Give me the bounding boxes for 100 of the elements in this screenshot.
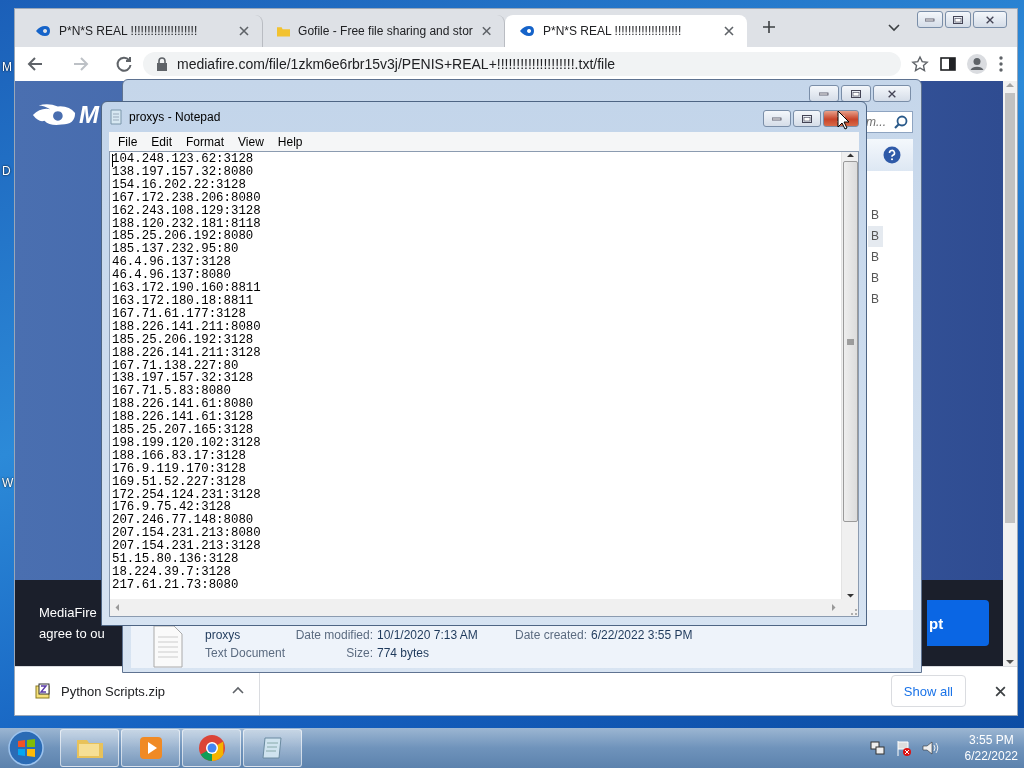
side-panel-icon[interactable] xyxy=(939,55,957,73)
text-line: 163.172.190.160:8811 xyxy=(112,282,262,295)
text-line: 167.71.61.177:3128 xyxy=(112,307,247,321)
close-icon[interactable] xyxy=(723,25,735,37)
profile-icon[interactable] xyxy=(967,54,987,74)
zip-file-icon xyxy=(35,683,51,699)
close-download-bar-icon[interactable] xyxy=(994,684,1007,698)
file-size-text[interactable]: B xyxy=(868,268,883,289)
desktop-icon-label[interactable]: D xyxy=(2,164,11,178)
minimize-icon[interactable] xyxy=(772,116,782,121)
text-line: 46.4.96.137:3128 xyxy=(112,256,232,270)
menu-item[interactable]: Edit xyxy=(144,134,180,149)
help-icon[interactable] xyxy=(883,146,901,164)
text-line: 167.172.238.206:8080 xyxy=(112,191,262,205)
text-line: 138.197.157.32:3128 xyxy=(112,372,255,386)
text-line: 207.154.231.213:3128 xyxy=(112,540,262,554)
flame-icon xyxy=(519,25,535,37)
text-line: 46.4.96.137:8080 xyxy=(112,269,231,283)
minimize-icon[interactable] xyxy=(819,91,829,96)
text-line: 18.224.39.7:3128 xyxy=(112,566,232,579)
page-scrollbar[interactable] xyxy=(1003,81,1017,666)
address-bar[interactable]: mediafire.com/file/1zkm6e6rbr15v3j/PENIS+REAL+!!!!!!!!!!!!!!!!!!!!.txt/file xyxy=(143,52,901,76)
browser-tab[interactable]: P*N*S REAL !!!!!!!!!!!!!!!!!!!! xyxy=(505,15,747,47)
text-line: 217.61.21.73:8080 xyxy=(112,578,240,592)
file-size-text[interactable]: B xyxy=(868,205,883,226)
text-line: 176.9.75.42:3128 xyxy=(112,501,231,515)
modified-label: Date modified: xyxy=(294,628,373,644)
star-icon[interactable] xyxy=(911,55,929,73)
banner-text: agree to ou xyxy=(39,626,105,641)
text-line: 188.120.232.181:8118 xyxy=(112,217,262,231)
menu-item[interactable]: File xyxy=(111,134,145,149)
text-line: 207.154.231.213:8080 xyxy=(112,527,262,541)
speaker-icon[interactable] xyxy=(920,739,939,757)
close-icon[interactable] xyxy=(985,14,995,25)
text-line: 185.25.206.192:8080 xyxy=(112,230,255,244)
download-filename[interactable]: Python Scripts.zip xyxy=(61,683,166,699)
lock-icon xyxy=(155,56,169,72)
file-size-text[interactable]: B xyxy=(868,289,883,310)
created-label: Date created: xyxy=(515,628,587,644)
network-icon[interactable] xyxy=(868,739,887,757)
text-line: 51.15.80.136:3128 xyxy=(112,553,240,566)
taskbar-app-button[interactable] xyxy=(121,729,180,767)
text-line: 172.254.124.231:3128 xyxy=(112,488,262,502)
flame-icon xyxy=(35,25,51,37)
maximize-icon[interactable] xyxy=(802,114,812,123)
close-icon[interactable] xyxy=(887,88,897,99)
minimize-icon[interactable] xyxy=(925,17,935,22)
size-label: Size: xyxy=(345,646,373,662)
text-line: 167.71.138.227:80 xyxy=(112,359,239,373)
text-line: 154.16.202.22:3128 xyxy=(112,178,247,192)
text-line: 188.166.83.17:3128 xyxy=(112,449,247,463)
file-name: proxys xyxy=(205,628,242,644)
close-icon[interactable] xyxy=(238,25,250,37)
logo-text: M xyxy=(79,101,99,129)
file-size-text[interactable]: B xyxy=(868,226,883,247)
chrome-icon[interactable] xyxy=(197,734,226,762)
desktop-icon-label[interactable]: M xyxy=(2,60,12,74)
taskbar-app-button[interactable] xyxy=(182,729,241,767)
text-line: 138.197.157.32:8080 xyxy=(112,165,255,179)
size-value: 774 bytes xyxy=(377,646,431,662)
grip-icon xyxy=(845,338,855,345)
action-center-flag-icon[interactable] xyxy=(894,739,913,757)
menu-item[interactable]: Format xyxy=(179,134,232,149)
text-line: 163.172.180.18:8811 xyxy=(112,294,255,308)
show-all-button[interactable]: Show all xyxy=(890,675,966,707)
desktop-icon-label[interactable]: W xyxy=(2,476,14,490)
close-icon[interactable] xyxy=(480,25,492,37)
reload-icon[interactable] xyxy=(115,55,133,73)
text-line: 188.226.141.61:3128 xyxy=(112,411,255,425)
text-line: 167.71.5.83:8080 xyxy=(112,385,231,399)
text-line: 207.246.77.148:8080 xyxy=(112,514,254,528)
accept-button[interactable]: pt xyxy=(927,600,989,646)
clock-date[interactable]: 6/22/2022 xyxy=(964,748,1018,764)
new-tab-icon[interactable] xyxy=(761,19,777,35)
modified-value: 10/1/2020 7:13 AM xyxy=(377,628,479,644)
banner-text: MediaFire xyxy=(39,605,98,620)
maximize-icon[interactable] xyxy=(953,15,963,24)
text-line: 185.25.207.165:3128 xyxy=(112,424,254,437)
text-line: 185.25.206.192:3128 xyxy=(112,333,255,347)
folder-icon xyxy=(277,25,291,37)
text-line: 169.51.52.227:3128 xyxy=(112,475,247,489)
maximize-icon[interactable] xyxy=(851,89,861,98)
created-value: 6/22/2022 3:55 PM xyxy=(591,628,694,644)
search-icon[interactable] xyxy=(894,115,908,129)
flame-logo-icon xyxy=(31,103,77,127)
text-line: 188.226.141.61:8080 xyxy=(112,398,255,412)
file-size-text[interactable]: B xyxy=(868,247,883,268)
vertical-scrollbar[interactable] xyxy=(841,152,858,599)
menu-item[interactable]: Help xyxy=(270,134,310,149)
text-line: 162.243.108.129:3128 xyxy=(112,204,262,218)
back-arrow-icon[interactable] xyxy=(27,55,45,73)
menu-item[interactable]: View xyxy=(231,134,271,149)
url-text: mediafire.com/file/1zkm6e6rbr15v3j/PENIS+REAL+!!!!!!!!!!!!!!!!!!!!.txt/file xyxy=(177,56,616,72)
text-line: 188.226.141.211:8080 xyxy=(112,320,262,334)
notepad-icon xyxy=(109,109,123,125)
text-line: 104.248.123.62:3128 xyxy=(112,153,255,166)
text-line: 188.226.141.211:3128 xyxy=(112,346,262,360)
text-line: 198.199.120.102:3128 xyxy=(112,436,262,450)
text-line: 176.9.119.170:3128 xyxy=(112,462,247,476)
menu-icon[interactable] xyxy=(997,55,1005,73)
